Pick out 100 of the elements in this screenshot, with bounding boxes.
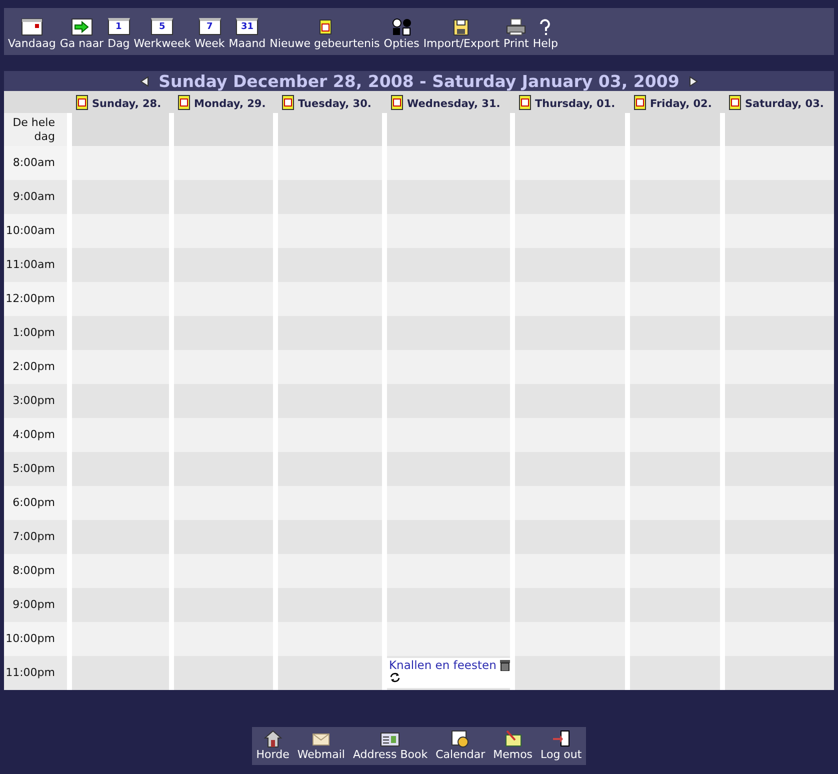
time-slot[interactable]: [174, 554, 273, 588]
toolbar-button[interactable]: Import/Export: [423, 17, 500, 51]
time-slot[interactable]: [630, 180, 720, 214]
toolbar-button[interactable]: Print: [504, 17, 529, 51]
time-slot[interactable]: [725, 248, 834, 282]
time-slot[interactable]: [174, 248, 273, 282]
new-event-icon[interactable]: [519, 94, 531, 110]
day-link[interactable]: Thursday, 01.: [535, 98, 616, 110]
time-slot[interactable]: [725, 384, 834, 418]
time-slot[interactable]: [630, 554, 720, 588]
time-slot[interactable]: [630, 384, 720, 418]
time-slot[interactable]: [515, 214, 625, 248]
time-slot[interactable]: [387, 180, 510, 214]
nav-button[interactable]: Calendar: [436, 729, 486, 762]
time-slot[interactable]: [630, 520, 720, 554]
time-slot[interactable]: [174, 418, 273, 452]
time-slot[interactable]: [72, 248, 169, 282]
time-slot[interactable]: [174, 384, 273, 418]
time-slot[interactable]: [72, 418, 169, 452]
time-slot[interactable]: [725, 146, 834, 180]
time-slot[interactable]: [725, 418, 834, 452]
time-slot[interactable]: [174, 520, 273, 554]
time-slot[interactable]: [278, 486, 382, 520]
time-slot[interactable]: [515, 282, 625, 316]
time-slot[interactable]: [387, 214, 510, 248]
time-slot[interactable]: [515, 350, 625, 384]
nav-button[interactable]: Webmail: [297, 729, 345, 762]
event-link[interactable]: Knallen en feesten: [389, 658, 496, 672]
new-event-icon[interactable]: [282, 94, 294, 110]
time-slot[interactable]: [725, 622, 834, 656]
time-slot[interactable]: [72, 588, 169, 622]
toolbar-button[interactable]: Nieuwe gebeurtenis: [270, 17, 380, 51]
time-slot[interactable]: [515, 486, 625, 520]
time-slot[interactable]: [174, 214, 273, 248]
time-slot[interactable]: [725, 588, 834, 622]
time-slot[interactable]: [725, 316, 834, 350]
toolbar-button[interactable]: 1 Dag: [108, 17, 130, 51]
time-slot[interactable]: [387, 452, 510, 486]
time-slot[interactable]: [515, 248, 625, 282]
nav-button[interactable]: Memos: [493, 729, 533, 762]
time-slot[interactable]: [174, 180, 273, 214]
time-slot[interactable]: [278, 316, 382, 350]
time-slot[interactable]: [72, 180, 169, 214]
toolbar-button[interactable]: Help: [532, 17, 558, 51]
time-slot[interactable]: [630, 418, 720, 452]
time-slot[interactable]: [387, 350, 510, 384]
time-slot[interactable]: [278, 214, 382, 248]
time-slot[interactable]: [72, 554, 169, 588]
time-slot[interactable]: [174, 486, 273, 520]
day-link[interactable]: Tuesday, 30.: [298, 98, 372, 110]
time-slot[interactable]: [278, 554, 382, 588]
time-slot[interactable]: [725, 282, 834, 316]
time-slot[interactable]: [278, 180, 382, 214]
time-slot[interactable]: [725, 486, 834, 520]
time-slot[interactable]: [387, 520, 510, 554]
time-slot[interactable]: [630, 350, 720, 384]
toolbar-button[interactable]: Opties: [384, 17, 420, 51]
time-slot[interactable]: [515, 452, 625, 486]
time-slot[interactable]: [630, 622, 720, 656]
time-slot[interactable]: [72, 350, 169, 384]
time-slot[interactable]: [278, 418, 382, 452]
nav-button[interactable]: Address Book: [352, 729, 428, 762]
time-slot[interactable]: [174, 282, 273, 316]
time-slot[interactable]: [725, 554, 834, 588]
toolbar-button[interactable]: 7 Week: [194, 17, 225, 51]
day-link[interactable]: Saturday, 03.: [745, 98, 824, 110]
toolbar-button[interactable]: Ga naar: [60, 17, 104, 51]
time-slot[interactable]: [630, 282, 720, 316]
time-slot[interactable]: [72, 316, 169, 350]
time-slot[interactable]: [630, 214, 720, 248]
time-slot[interactable]: [278, 248, 382, 282]
time-slot[interactable]: [72, 282, 169, 316]
time-slot[interactable]: [174, 146, 273, 180]
time-slot[interactable]: [278, 282, 382, 316]
time-slot[interactable]: [515, 418, 625, 452]
time-slot[interactable]: [174, 452, 273, 486]
toolbar-button[interactable]: 31 Maand: [228, 17, 266, 51]
time-slot[interactable]: [72, 520, 169, 554]
time-slot[interactable]: [515, 588, 625, 622]
time-slot[interactable]: [630, 588, 720, 622]
time-slot[interactable]: [630, 452, 720, 486]
time-slot[interactable]: [387, 282, 510, 316]
previous-icon[interactable]: [140, 76, 149, 86]
time-slot[interactable]: [515, 316, 625, 350]
time-slot[interactable]: [278, 146, 382, 180]
nav-button[interactable]: Log out: [540, 729, 582, 762]
time-slot[interactable]: [725, 452, 834, 486]
time-slot[interactable]: [387, 588, 510, 622]
time-slot[interactable]: [725, 350, 834, 384]
time-slot[interactable]: [72, 486, 169, 520]
time-slot[interactable]: [174, 588, 273, 622]
new-event-icon[interactable]: [391, 94, 403, 110]
time-slot[interactable]: [515, 180, 625, 214]
new-event-icon[interactable]: [178, 94, 190, 110]
day-link[interactable]: Monday, 29.: [194, 98, 266, 110]
time-slot[interactable]: [630, 146, 720, 180]
time-slot[interactable]: [387, 248, 510, 282]
time-slot[interactable]: [72, 146, 169, 180]
time-slot[interactable]: [278, 452, 382, 486]
time-slot[interactable]: [72, 384, 169, 418]
